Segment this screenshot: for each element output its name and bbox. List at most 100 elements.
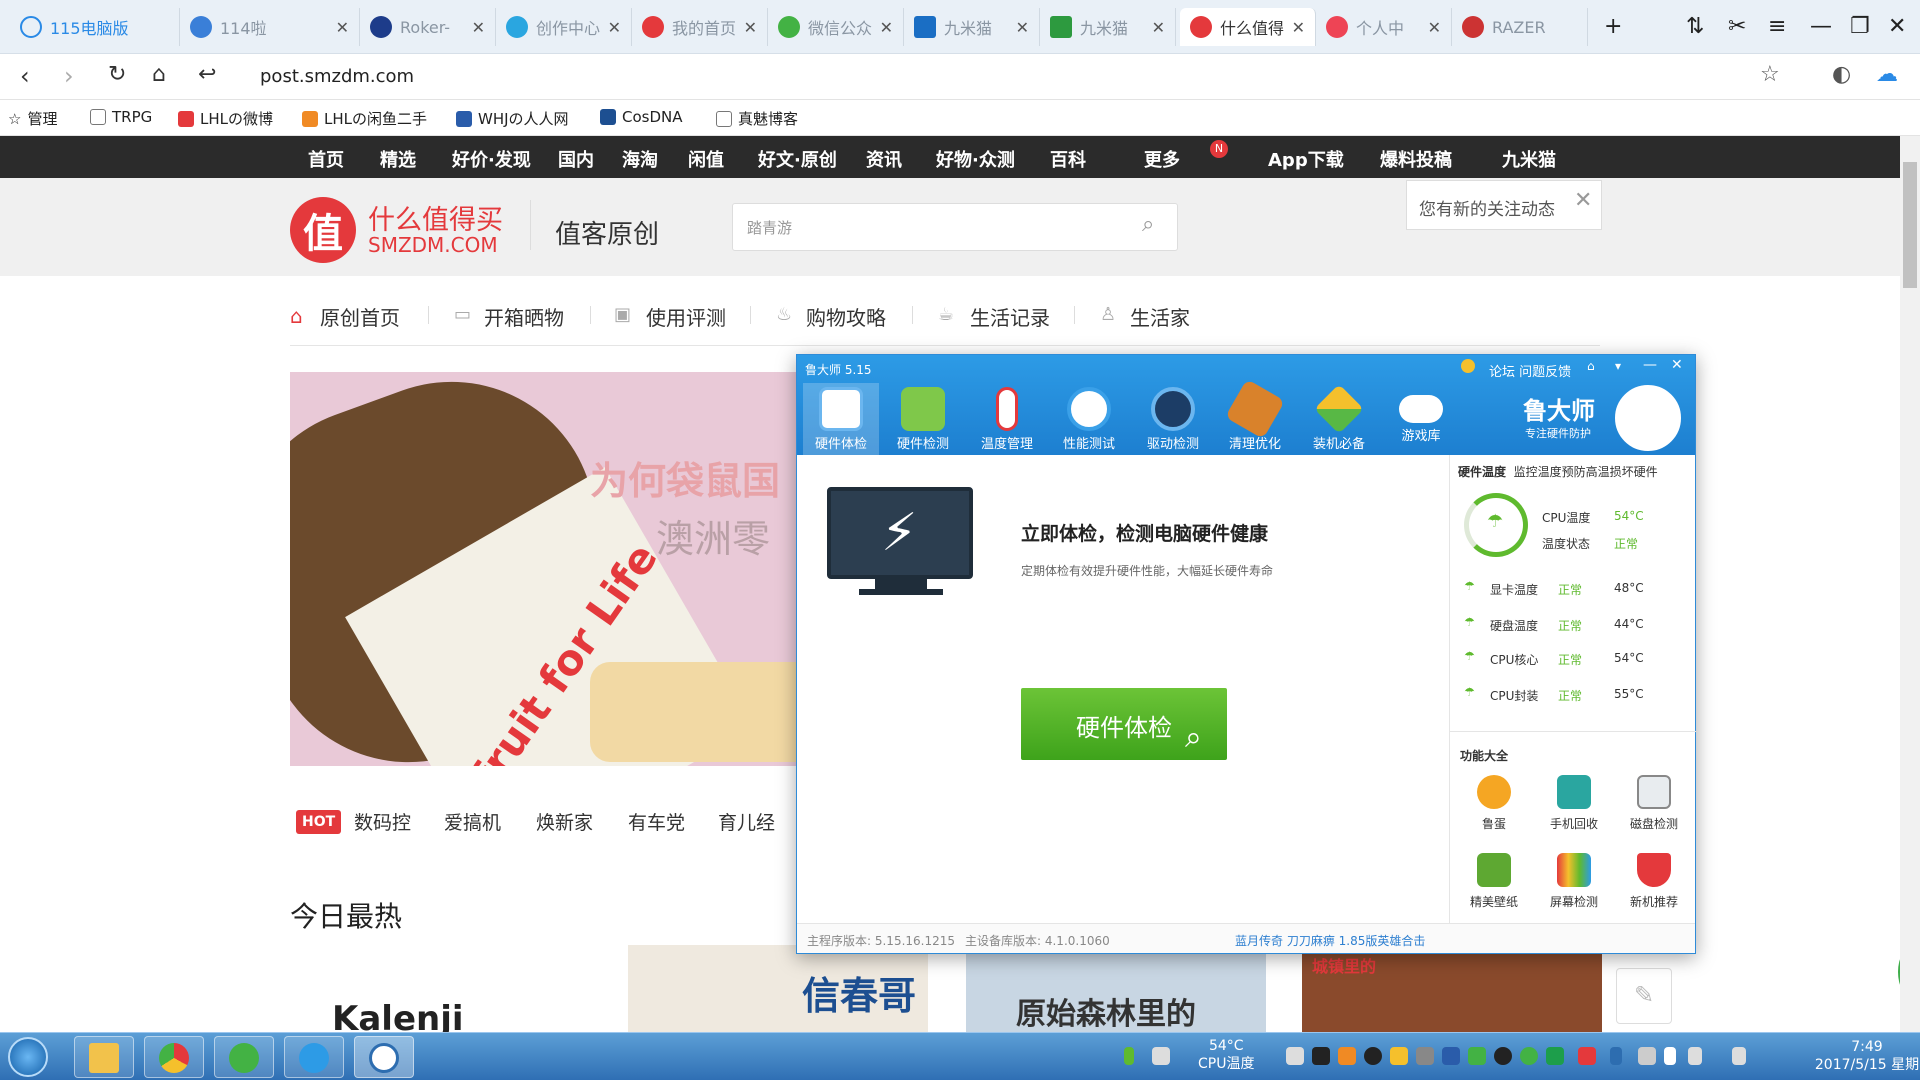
banner-image[interactable]: fruit for Life 为何袋鼠国 澳洲零	[290, 372, 810, 766]
close-icon[interactable]: ✕	[1016, 18, 1029, 37]
tool-games[interactable]: 游戏库	[1383, 383, 1459, 455]
subnav-lifer[interactable]: 生活家	[1130, 302, 1190, 331]
tool-perf[interactable]: 性能测试	[1051, 383, 1127, 455]
close-icon[interactable]: ✕	[608, 18, 621, 37]
tray-icon[interactable]	[1468, 1047, 1486, 1065]
func-wallpaper[interactable]: 精美壁纸	[1464, 853, 1524, 910]
vpn-icon[interactable]	[1312, 1047, 1330, 1065]
func-new-device[interactable]: 新机推荐	[1624, 853, 1684, 910]
sort-icon[interactable]: ⇅	[1686, 14, 1704, 39]
tab-114la[interactable]: 114啦 ✕	[180, 8, 360, 46]
tray-icon[interactable]	[1638, 1047, 1656, 1065]
search-icon[interactable]: ⌕	[1142, 212, 1154, 237]
volume-icon[interactable]	[1688, 1047, 1702, 1065]
article-thumb[interactable]: 原始森林里的	[966, 945, 1266, 1033]
tab-weibo[interactable]: 我的首页 ✕	[632, 8, 768, 46]
article-thumb[interactable]: 信春哥	[628, 945, 928, 1033]
subnav-guide[interactable]: 购物攻略	[806, 302, 886, 331]
tool-install[interactable]: 装机必备	[1301, 383, 1377, 455]
hot-tag[interactable]: 有车党	[628, 808, 685, 835]
func-disk[interactable]: 磁盘检测	[1624, 775, 1684, 832]
dropdown-icon[interactable]: ▾	[1615, 359, 1621, 373]
tool-clean[interactable]: 清理优化	[1217, 378, 1293, 455]
hot-tag[interactable]: 爱搞机	[444, 808, 501, 835]
close-icon[interactable]: ✕	[1574, 188, 1592, 213]
qq-icon[interactable]	[1494, 1047, 1512, 1065]
nav-haitao[interactable]: 海淘	[622, 146, 658, 172]
nav-original[interactable]: 好文·原创	[758, 146, 837, 180]
search-input[interactable]: 踏青游	[732, 203, 1178, 251]
nav-app[interactable]: App下载	[1268, 146, 1344, 172]
close-icon[interactable]: ✕	[336, 18, 349, 37]
wechat-icon[interactable]	[1520, 1047, 1538, 1065]
nav-news[interactable]: 资讯	[866, 146, 902, 172]
tab-roker[interactable]: Roker- ✕	[360, 8, 496, 46]
back-icon[interactable]: ‹	[20, 62, 30, 90]
nav-featured[interactable]: 精选	[380, 146, 416, 172]
tool-driver[interactable]: 驱动检测	[1135, 383, 1211, 455]
hot-tag[interactable]: 焕新家	[536, 808, 593, 835]
hot-tag[interactable]: 育儿经	[718, 808, 775, 835]
close-icon[interactable]: ✕	[1671, 357, 1683, 373]
close-icon[interactable]: ✕	[1428, 18, 1441, 37]
bookmark-trpg[interactable]: TRPG	[90, 108, 152, 126]
tab-smzdm[interactable]: 什么值得 ✕	[1180, 8, 1316, 46]
hot-tag[interactable]: 数码控	[354, 808, 411, 835]
subnav-unbox[interactable]: 开箱晒物	[484, 302, 564, 331]
tab-wechat[interactable]: 微信公众 ✕	[768, 8, 904, 46]
nav-deals[interactable]: 好价·发现	[452, 146, 531, 172]
func-screen[interactable]: 屏幕检测	[1544, 853, 1604, 910]
tab-zhihu[interactable]: 九米猫 ✕	[904, 8, 1040, 46]
nav-domestic[interactable]: 国内	[558, 146, 594, 172]
tool-hwdetect[interactable]: 硬件检测	[885, 383, 961, 455]
undo-icon[interactable]: ↩	[198, 62, 216, 87]
url-field[interactable]: post.smzdm.com	[260, 66, 414, 87]
tool-checkup[interactable]: 硬件体检	[803, 383, 879, 455]
close-icon[interactable]: ✕	[1292, 18, 1305, 37]
home-icon[interactable]: ⌂	[152, 62, 166, 87]
keyboard-icon[interactable]	[1152, 1047, 1170, 1065]
avatar[interactable]	[1615, 385, 1681, 451]
subnav-life[interactable]: 生活记录	[970, 302, 1050, 331]
taskbar-chrome[interactable]	[144, 1036, 204, 1078]
close-window-icon[interactable]: ✕	[1888, 14, 1906, 39]
network-icon[interactable]	[1732, 1047, 1746, 1065]
taskbar-explorer[interactable]	[74, 1036, 134, 1078]
shield-icon[interactable]	[1546, 1047, 1564, 1065]
smzdm-logo[interactable]: 值	[290, 197, 356, 263]
scrollbar-thumb[interactable]	[1903, 162, 1917, 288]
tray-icon[interactable]	[1338, 1047, 1356, 1065]
func-egg[interactable]: 鲁蛋	[1464, 775, 1524, 832]
device-icon[interactable]	[1664, 1047, 1676, 1065]
tray-icon[interactable]	[1390, 1047, 1408, 1065]
taskbar-360[interactable]	[284, 1036, 344, 1078]
minimize-icon[interactable]: —	[1810, 14, 1832, 39]
article-thumb[interactable]: 城镇里的	[1302, 945, 1602, 1033]
tray-icon[interactable]	[1286, 1047, 1304, 1065]
scissors-icon[interactable]: ✂	[1728, 14, 1746, 39]
forward-icon[interactable]: ›	[64, 62, 74, 90]
edit-icon[interactable]: ✎	[1616, 968, 1672, 1024]
nav-jiumimao[interactable]: 九米猫	[1502, 146, 1556, 172]
cpu-temp-widget[interactable]: 54°C CPU温度	[1198, 1037, 1254, 1073]
nav-test[interactable]: 好物·众测	[936, 146, 1015, 172]
star-icon[interactable]: ☆	[1760, 62, 1780, 87]
bookmark-xianyu[interactable]: LHLの闲鱼二手	[302, 108, 427, 129]
clock[interactable]: 7:49 2017/5/15 星期一	[1814, 1038, 1920, 1080]
bookmark-manage[interactable]: ☆ 管理	[8, 108, 57, 129]
nav-xianzhi[interactable]: 闲值	[688, 146, 724, 172]
new-tab-icon[interactable]: +	[1604, 14, 1622, 39]
minimize-icon[interactable]: —	[1643, 357, 1657, 373]
ludashi-links[interactable]: 论坛 问题反馈	[1489, 361, 1571, 380]
tab-personal[interactable]: 个人中 ✕	[1316, 8, 1452, 46]
close-icon[interactable]: ✕	[472, 18, 485, 37]
tab-115[interactable]: 115电脑版	[10, 8, 180, 46]
bookmark-weibo[interactable]: LHLの微博	[178, 108, 273, 129]
battery-icon[interactable]	[1124, 1047, 1134, 1065]
restore-icon[interactable]: ❐	[1850, 14, 1870, 39]
subnav-review[interactable]: 使用评测	[646, 302, 726, 331]
cloud-icon[interactable]: ☁	[1876, 62, 1898, 87]
article-thumb[interactable]: Kalenji	[318, 945, 558, 1039]
tool-temp[interactable]: 温度管理	[969, 383, 1045, 455]
ad-link[interactable]: 蓝月传奇 刀刀麻痹 1.85版英雄合击	[1235, 932, 1425, 949]
